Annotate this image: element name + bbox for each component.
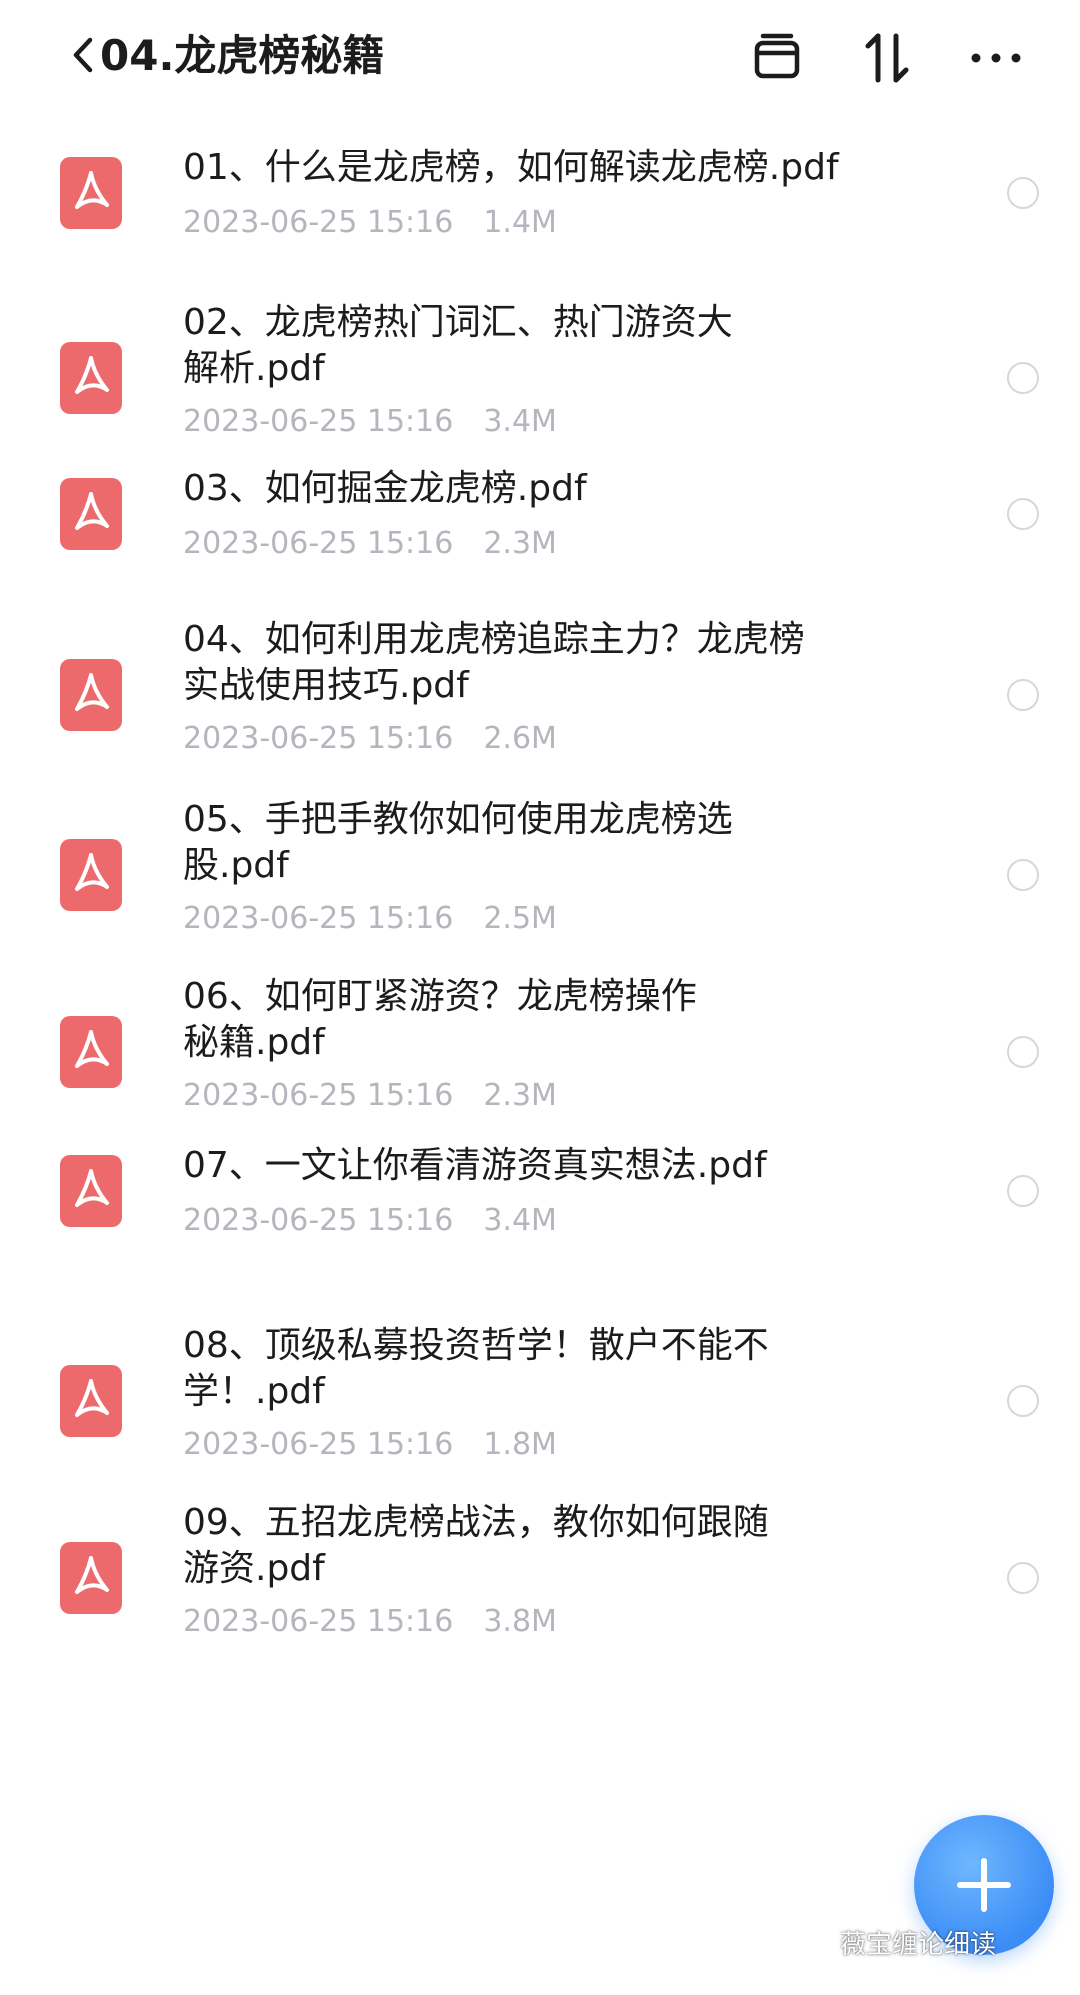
file-meta: 2023-06-25 15:16 1.8M	[183, 1425, 557, 1465]
select-radio[interactable]	[1007, 859, 1039, 891]
select-radio[interactable]	[1007, 1562, 1039, 1594]
more-icon[interactable]	[966, 28, 1026, 88]
pdf-file-icon	[60, 157, 122, 229]
select-radio[interactable]	[1007, 1036, 1039, 1068]
file-size: 3.4M	[483, 404, 557, 439]
pdf-file-icon	[60, 1542, 122, 1614]
file-meta: 2023-06-25 15:16 2.5M	[183, 899, 557, 939]
file-name-continued: 游资.pdf	[183, 1548, 325, 1589]
page-title: 04.龙虎榜秘籍	[100, 31, 385, 80]
pdf-file-icon	[60, 659, 122, 731]
select-radio[interactable]	[1007, 1385, 1039, 1417]
file-name-continued: 股.pdf	[183, 845, 289, 886]
top-bar: 04.龙虎榜秘籍	[0, 0, 1080, 115]
file-name-continued: 学！.pdf	[183, 1371, 325, 1412]
file-name: 03、如何掘金龙虎榜.pdf	[183, 468, 587, 509]
pdf-file-icon	[60, 1155, 122, 1227]
file-name: 07、一文让你看清游资真实想法.pdf	[183, 1145, 767, 1186]
file-name: 01、什么是龙虎榜，如何解读龙虎榜.pdf	[183, 147, 839, 188]
file-meta: 2023-06-25 15:16 2.6M	[183, 719, 557, 759]
file-size: 2.6M	[483, 721, 557, 756]
sort-icon[interactable]	[858, 28, 918, 88]
file-date: 2023-06-25 15:16	[183, 205, 454, 240]
file-name: 04、如何利用龙虎榜追踪主力？龙虎榜	[183, 619, 805, 660]
file-meta: 2023-06-25 15:16 1.4M	[183, 203, 557, 243]
file-date: 2023-06-25 15:16	[183, 721, 454, 756]
file-size: 1.8M	[483, 1427, 557, 1462]
watermark: 薇宝缠论细读	[840, 1930, 997, 1960]
file-name-continued: 实战使用技巧.pdf	[183, 665, 469, 706]
file-date: 2023-06-25 15:16	[183, 1203, 454, 1238]
select-radio[interactable]	[1007, 498, 1039, 530]
plus-icon	[957, 1858, 1011, 1912]
pdf-file-icon	[60, 839, 122, 911]
file-meta: 2023-06-25 15:16 2.3M	[183, 1076, 557, 1116]
file-date: 2023-06-25 15:16	[183, 404, 454, 439]
pdf-file-icon	[60, 1016, 122, 1088]
select-radio[interactable]	[1007, 679, 1039, 711]
file-name: 05、手把手教你如何使用龙虎榜选	[183, 799, 733, 840]
file-name: 06、如何盯紧游资？龙虎榜操作	[183, 976, 697, 1017]
file-size: 2.5M	[483, 901, 557, 936]
file-size: 2.3M	[483, 526, 557, 561]
file-size: 3.8M	[483, 1604, 557, 1639]
file-size: 1.4M	[483, 205, 557, 240]
file-name-continued: 解析.pdf	[183, 348, 325, 389]
file-date: 2023-06-25 15:16	[183, 526, 454, 561]
pdf-file-icon	[60, 342, 122, 414]
pdf-file-icon	[60, 478, 122, 550]
file-date: 2023-06-25 15:16	[183, 1078, 454, 1113]
file-meta: 2023-06-25 15:16 2.3M	[183, 524, 557, 564]
pdf-file-icon	[60, 1365, 122, 1437]
file-name-continued: 秘籍.pdf	[183, 1022, 325, 1063]
file-date: 2023-06-25 15:16	[183, 1427, 454, 1462]
wechat-logo-icon	[790, 1930, 834, 1962]
file-date: 2023-06-25 15:16	[183, 901, 454, 936]
file-name: 02、龙虎榜热门词汇、热门游资大	[183, 302, 733, 343]
select-radio[interactable]	[1007, 1175, 1039, 1207]
file-name: 08、顶级私募投资哲学！散户不能不	[183, 1325, 769, 1366]
file-size: 2.3M	[483, 1078, 557, 1113]
file-size: 3.4M	[483, 1203, 557, 1238]
file-meta: 2023-06-25 15:16 3.4M	[183, 1201, 557, 1241]
file-name: 09、五招龙虎榜战法，教你如何跟随	[183, 1502, 769, 1543]
file-meta: 2023-06-25 15:16 3.4M	[183, 402, 557, 442]
file-meta: 2023-06-25 15:16 3.8M	[183, 1602, 557, 1642]
archive-icon[interactable]	[747, 28, 807, 88]
select-radio[interactable]	[1007, 362, 1039, 394]
file-date: 2023-06-25 15:16	[183, 1604, 454, 1639]
select-radio[interactable]	[1007, 177, 1039, 209]
